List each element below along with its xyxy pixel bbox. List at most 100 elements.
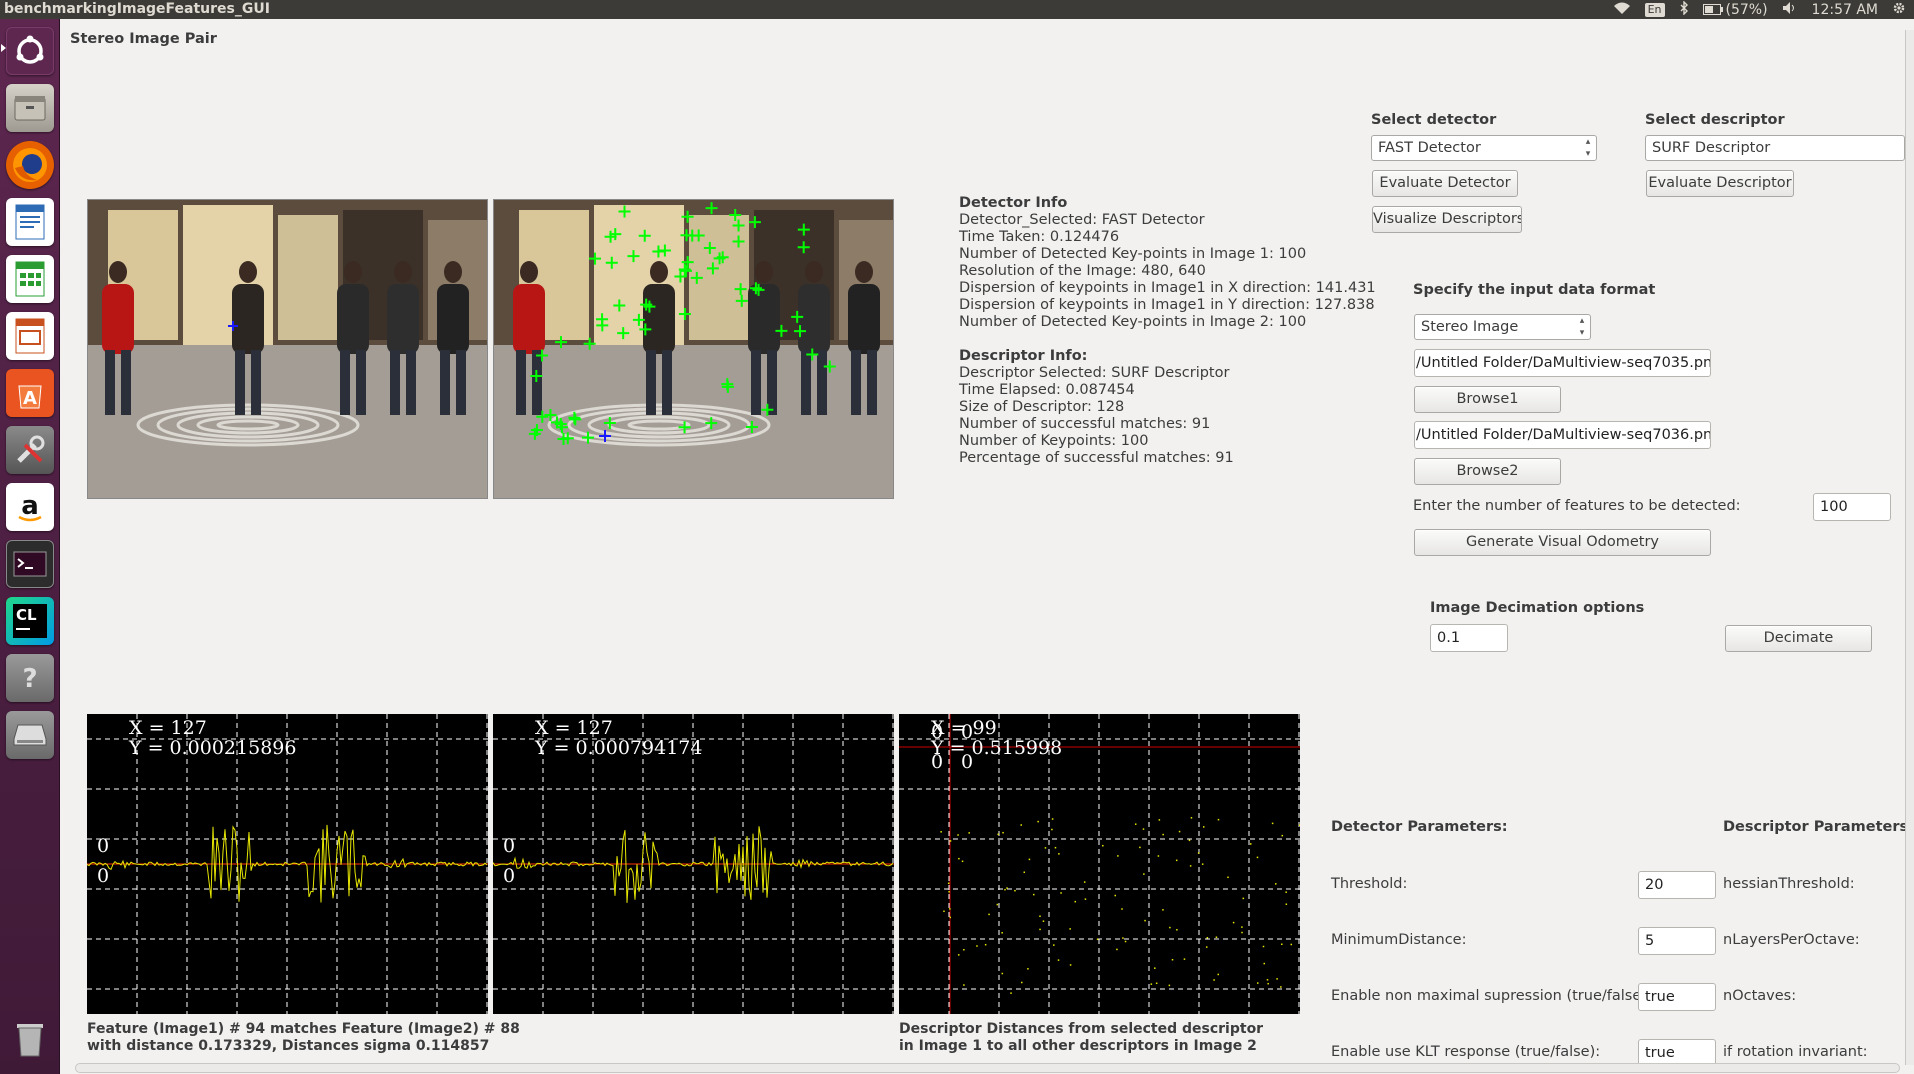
distance-caption-line1: Descriptor Distances from selected descr… bbox=[899, 1021, 1264, 1037]
descriptor-plot-image1: X = 127 Y = 0.000215896 0 0 bbox=[87, 714, 488, 1014]
ubuntu-dash-icon[interactable] bbox=[6, 27, 54, 75]
klt-response-label: Enable use KLT response (true/false): bbox=[1331, 1044, 1601, 1060]
disk-icon[interactable] bbox=[6, 711, 54, 759]
evaluate-descriptor-button[interactable]: Evaluate Descriptor bbox=[1646, 170, 1794, 197]
detector-info-line: Detector_Selected: FAST Detector bbox=[959, 212, 1205, 228]
plot-y-readout: Y = 0.515998 bbox=[930, 737, 1062, 759]
detector-info-line: Dispersion of keypoints in Image1 in X d… bbox=[959, 280, 1376, 296]
writer-icon[interactable] bbox=[6, 198, 54, 246]
system-settings-icon[interactable] bbox=[6, 426, 54, 474]
descriptor-info-line: Size of Descriptor: 128 bbox=[959, 399, 1125, 415]
stereo-image-right bbox=[493, 199, 894, 499]
select-descriptor-label: Select descriptor bbox=[1645, 112, 1785, 128]
help-icon[interactable]: ? bbox=[6, 654, 54, 702]
battery-percentage: (57%) bbox=[1725, 1, 1768, 18]
visualize-descriptors-button[interactable]: Visualize Descriptors bbox=[1372, 206, 1522, 233]
detector-info-line: Number of Detected Key-points in Image 1… bbox=[959, 246, 1307, 262]
num-features-field[interactable]: 100 bbox=[1813, 493, 1891, 521]
image1-path-field[interactable]: /Untitled Folder/DaMultiview-seq7035.png bbox=[1414, 349, 1711, 377]
bluetooth-icon[interactable] bbox=[1679, 0, 1689, 19]
detector-info-line: Time Taken: 0.124476 bbox=[959, 229, 1120, 245]
plot-zero-label: 0 bbox=[97, 865, 109, 887]
n-octaves-label: nOctaves: bbox=[1723, 988, 1797, 1004]
threshold-field[interactable]: 20 bbox=[1638, 871, 1716, 899]
software-center-icon[interactable]: A bbox=[6, 369, 54, 417]
select-detector-label: Select detector bbox=[1371, 112, 1497, 128]
vertical-scrollbar[interactable] bbox=[1905, 30, 1914, 1065]
terminal-icon[interactable] bbox=[6, 540, 54, 588]
descriptor-select-value: SURF Descriptor bbox=[1652, 140, 1771, 156]
plot-zero-label: 0 bbox=[97, 835, 109, 857]
plot-zero-label: 0 bbox=[503, 865, 515, 887]
keyboard-layout-indicator[interactable]: En bbox=[1644, 2, 1665, 17]
browse1-button[interactable]: Browse1 bbox=[1414, 386, 1561, 413]
plot-x-readout: X = 127 bbox=[535, 717, 613, 739]
input-format-select[interactable]: Stereo Image ▴ ▾ bbox=[1414, 314, 1591, 340]
generate-visual-odometry-button[interactable]: Generate Visual Odometry bbox=[1414, 529, 1711, 556]
descriptor-parameters-label: Descriptor Parameters: bbox=[1723, 819, 1914, 835]
minimum-distance-label: MinimumDistance: bbox=[1331, 932, 1467, 948]
input-format-label: Specify the input data format bbox=[1413, 282, 1656, 298]
descriptor-signal-line bbox=[493, 826, 894, 903]
descriptor-info: Descriptor Info: Descriptor Selected: SU… bbox=[959, 348, 1234, 467]
non-max-suppression-label: Enable non maximal supression (true/fals… bbox=[1331, 988, 1652, 1004]
detector-select-value: FAST Detector bbox=[1378, 140, 1481, 156]
descriptor-info-line: Descriptor Selected: SURF Descriptor bbox=[959, 365, 1230, 381]
detector-info: Detector Info Detector_Selected: FAST De… bbox=[959, 195, 1376, 331]
plot-origin-label: 0 bbox=[961, 751, 973, 773]
detector-select[interactable]: FAST Detector ▴ ▾ bbox=[1371, 135, 1597, 161]
descriptor-info-heading: Descriptor Info: bbox=[959, 348, 1088, 364]
image2-path-field[interactable]: /Untitled Folder/DaMultiview-seq7036.png bbox=[1414, 421, 1711, 449]
plot-y-readout: Y = 0.000794174 bbox=[534, 737, 702, 759]
descriptor-select[interactable]: SURF Descriptor bbox=[1645, 135, 1905, 161]
distance-points bbox=[940, 817, 1300, 994]
firefox-icon[interactable] bbox=[6, 141, 54, 189]
decimation-label: Image Decimation options bbox=[1430, 600, 1645, 616]
gear-icon[interactable] bbox=[1892, 1, 1906, 19]
detector-info-heading: Detector Info bbox=[959, 195, 1068, 211]
system-tray: En (57%) 12:57 AM bbox=[1613, 0, 1906, 19]
distance-caption-line2: in Image 1 to all other descriptors in I… bbox=[899, 1038, 1257, 1054]
non-max-suppression-field[interactable]: true bbox=[1638, 983, 1716, 1011]
plot-origin-label: 0 bbox=[931, 751, 943, 773]
trash-icon[interactable] bbox=[6, 1014, 54, 1062]
decimate-button[interactable]: Decimate bbox=[1725, 625, 1872, 652]
plot-grid bbox=[493, 714, 894, 1014]
descriptor-info-line: Number of successful matches: 91 bbox=[959, 416, 1211, 432]
calc-icon[interactable] bbox=[6, 255, 54, 303]
window-title: benchmarkingImageFeatures_GUI bbox=[4, 1, 270, 17]
wifi-icon[interactable] bbox=[1613, 1, 1631, 19]
top-panel: benchmarkingImageFeatures_GUI En (57%) 1… bbox=[0, 0, 1914, 19]
hessian-threshold-label: hessianThreshold: bbox=[1723, 876, 1855, 892]
clock[interactable]: 12:57 AM bbox=[1812, 2, 1878, 18]
horizontal-scrollbar[interactable] bbox=[75, 1063, 1900, 1073]
files-icon[interactable] bbox=[6, 84, 54, 132]
plot-origin-label: 0 bbox=[961, 721, 973, 743]
battery-indicator[interactable]: (57%) bbox=[1702, 1, 1768, 18]
launcher: A a CL ? bbox=[0, 19, 60, 1074]
impress-icon[interactable] bbox=[6, 312, 54, 360]
detector-info-line: Dispersion of keypoints in Image1 in Y d… bbox=[959, 297, 1375, 313]
launcher-active-arrow-icon bbox=[1, 44, 6, 52]
evaluate-detector-button[interactable]: Evaluate Detector bbox=[1372, 170, 1518, 197]
detector-parameters-label: Detector Parameters: bbox=[1331, 819, 1508, 835]
main-window: Stereo Image Pair Detector Info Detector… bbox=[60, 19, 1914, 1074]
descriptor-info-line: Time Elapsed: 0.087454 bbox=[959, 382, 1135, 398]
page-title: Stereo Image Pair bbox=[70, 31, 217, 47]
plot-origin-label: 0 bbox=[931, 721, 943, 743]
rotation-invariant-label: if rotation invariant: bbox=[1723, 1044, 1868, 1060]
minimum-distance-field[interactable]: 5 bbox=[1638, 927, 1716, 955]
plot-zero-label: 0 bbox=[503, 835, 515, 857]
threshold-label: Threshold: bbox=[1331, 876, 1408, 892]
stereo-image-left bbox=[87, 199, 488, 499]
input-format-value: Stereo Image bbox=[1421, 319, 1519, 335]
num-features-label: Enter the number of features to be detec… bbox=[1413, 498, 1741, 514]
browse2-button[interactable]: Browse2 bbox=[1414, 458, 1561, 485]
svg-text:a: a bbox=[21, 491, 39, 521]
decimation-field[interactable]: 0.1 bbox=[1430, 624, 1508, 652]
match-caption-line2: with distance 0.173329, Distances sigma … bbox=[87, 1038, 490, 1054]
volume-icon[interactable] bbox=[1782, 1, 1798, 19]
plot-y-readout: Y = 0.000215896 bbox=[128, 737, 296, 759]
clion-icon[interactable]: CL bbox=[6, 597, 54, 645]
amazon-icon[interactable]: a bbox=[6, 483, 54, 531]
